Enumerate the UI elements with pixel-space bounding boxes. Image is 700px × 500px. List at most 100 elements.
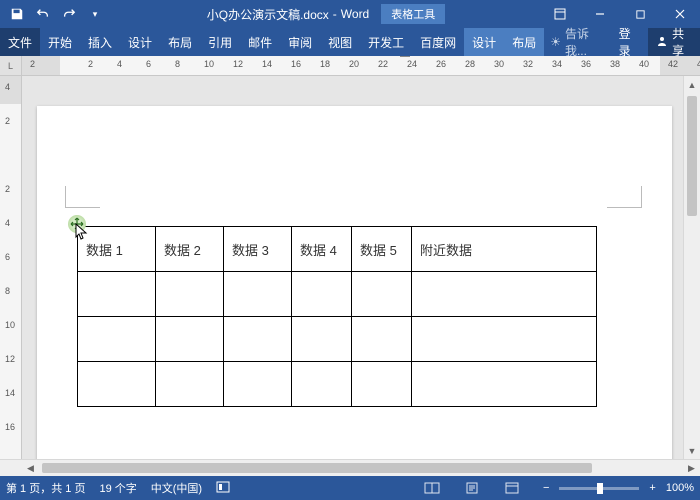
ruler-tick: 12 <box>5 354 15 364</box>
ruler-tick: 2 <box>30 59 35 69</box>
lightbulb-icon: ☀ <box>550 35 561 49</box>
zoom-slider[interactable] <box>559 487 639 490</box>
vertical-scrollbar[interactable]: ▲ ▼ <box>683 76 700 459</box>
horizontal-scroll-thumb[interactable] <box>42 463 592 473</box>
ruler-tick: 24 <box>407 59 417 69</box>
window-title: 小Q办公演示文稿.docx - Word 表格工具 <box>112 4 540 24</box>
ruler-tick: 4 <box>5 218 10 228</box>
close-button[interactable] <box>660 0 700 28</box>
ruler-tick: 4 <box>117 59 122 69</box>
zoom-control: − + 100% <box>539 482 694 494</box>
table-cell[interactable]: 数据 2 <box>156 227 224 272</box>
ruler-tick: 10 <box>5 320 15 330</box>
tab-references[interactable]: 引用 <box>200 28 240 56</box>
ruler-tick: 20 <box>349 59 359 69</box>
horizontal-scrollbar[interactable]: ◀ ▶ <box>0 459 700 476</box>
title-bar: ▾ 小Q办公演示文稿.docx - Word 表格工具 <box>0 0 700 28</box>
tab-developer[interactable]: 开发工 <box>360 28 412 56</box>
table-cell[interactable]: 附近数据 <box>412 227 597 272</box>
table-row <box>78 272 597 317</box>
print-layout-button[interactable] <box>459 479 485 497</box>
ruler-tick: 28 <box>465 59 475 69</box>
document-area: 42246810121416 数据 1 数据 2 数据 3 数据 4 数据 5 … <box>0 76 700 459</box>
qat-customize-button[interactable]: ▾ <box>84 3 106 25</box>
macro-icon[interactable] <box>216 481 230 496</box>
window-controls <box>540 0 700 28</box>
ruler-tick: 8 <box>5 286 10 296</box>
page-indicator[interactable]: 第 1 页，共 1 页 <box>6 480 85 496</box>
read-mode-button[interactable] <box>419 479 445 497</box>
tab-file[interactable]: 文件 <box>0 28 40 56</box>
scroll-left-arrow-icon[interactable]: ◀ <box>22 460 39 476</box>
document-name: 小Q办公演示文稿.docx <box>207 6 329 23</box>
ruler-tick: 26 <box>436 59 446 69</box>
ruler-tick: 18 <box>320 59 330 69</box>
login-button[interactable]: 登录 <box>611 28 649 56</box>
share-label: 共享 <box>672 25 692 59</box>
ruler-tick: 22 <box>378 59 388 69</box>
quick-access-toolbar: ▾ <box>0 0 112 28</box>
table-cell[interactable]: 数据 5 <box>352 227 412 272</box>
tab-review[interactable]: 审阅 <box>280 28 320 56</box>
ruler-tick: 10 <box>204 59 214 69</box>
tab-table-layout[interactable]: 布局 <box>504 28 544 56</box>
page[interactable]: 数据 1 数据 2 数据 3 数据 4 数据 5 附近数据 <box>37 106 672 459</box>
tab-table-design[interactable]: 设计 <box>464 28 504 56</box>
contextual-tool-label: 表格工具 <box>381 4 445 24</box>
ruler-tick: 30 <box>494 59 504 69</box>
minimize-button[interactable] <box>580 0 620 28</box>
status-bar: 第 1 页，共 1 页 19 个字 中文(中国) − + 100% <box>0 476 700 500</box>
web-layout-button[interactable] <box>499 479 525 497</box>
share-button[interactable]: 共享 <box>648 28 700 56</box>
table-cell[interactable]: 数据 3 <box>224 227 292 272</box>
ruler-tick: 4 <box>5 82 10 92</box>
tab-mailings[interactable]: 邮件 <box>240 28 280 56</box>
redo-button[interactable] <box>58 3 80 25</box>
tab-design[interactable]: 设计 <box>120 28 160 56</box>
ruler-tick: 16 <box>5 422 15 432</box>
language-indicator[interactable]: 中文(中国) <box>151 480 202 496</box>
zoom-slider-knob[interactable] <box>597 483 603 494</box>
undo-button[interactable] <box>32 3 54 25</box>
maximize-button[interactable] <box>620 0 660 28</box>
margin-corner-left <box>65 186 100 208</box>
tell-me-input[interactable]: ☀ 告诉我... <box>544 28 610 56</box>
ribbon-options-button[interactable] <box>540 0 580 28</box>
zoom-in-button[interactable]: + <box>645 482 659 494</box>
zoom-level[interactable]: 100% <box>666 482 694 494</box>
ruler-tick: 6 <box>146 59 151 69</box>
vertical-ruler[interactable]: 42246810121416 <box>0 76 22 459</box>
ruler-tick: 2 <box>88 59 93 69</box>
tab-home[interactable]: 开始 <box>40 28 80 56</box>
tab-view[interactable]: 视图 <box>320 28 360 56</box>
save-button[interactable] <box>6 3 28 25</box>
ribbon-tabs: 文件 开始 插入 设计 布局 引用 邮件 审阅 视图 开发工 百度网 设计 布局… <box>0 28 700 56</box>
table-cell[interactable]: 数据 1 <box>78 227 156 272</box>
table-row <box>78 362 597 407</box>
column-break-handle[interactable]: ⊟ <box>400 56 410 57</box>
vertical-scroll-thumb[interactable] <box>687 96 697 216</box>
ruler-tick: 42 <box>668 59 678 69</box>
ruler-corner[interactable]: L <box>0 56 22 75</box>
ruler-tick: 2 <box>5 184 10 194</box>
table-cell[interactable]: 数据 4 <box>292 227 352 272</box>
table-row <box>78 317 597 362</box>
app-name: Word <box>341 7 369 21</box>
horizontal-ruler[interactable]: ⊟ 22468101214161820222426283032343638404… <box>22 56 700 75</box>
tell-me-placeholder: 告诉我... <box>565 25 605 59</box>
word-count[interactable]: 19 个字 <box>99 480 136 496</box>
ruler-tick: 40 <box>639 59 649 69</box>
ruler-tick: 34 <box>552 59 562 69</box>
scroll-right-arrow-icon[interactable]: ▶ <box>683 460 700 476</box>
ruler-tick: 32 <box>523 59 533 69</box>
document-table[interactable]: 数据 1 数据 2 数据 3 数据 4 数据 5 附近数据 <box>77 226 597 407</box>
ruler-tick: 6 <box>5 252 10 262</box>
table-move-handle[interactable] <box>68 215 86 233</box>
tab-baidu[interactable]: 百度网 <box>412 28 464 56</box>
zoom-out-button[interactable]: − <box>539 482 553 494</box>
scroll-down-arrow-icon[interactable]: ▼ <box>684 442 700 459</box>
tab-insert[interactable]: 插入 <box>80 28 120 56</box>
scroll-up-arrow-icon[interactable]: ▲ <box>684 76 700 93</box>
document-canvas[interactable]: 数据 1 数据 2 数据 3 数据 4 数据 5 附近数据 ▲ ▼ <box>22 76 700 459</box>
tab-layout[interactable]: 布局 <box>160 28 200 56</box>
